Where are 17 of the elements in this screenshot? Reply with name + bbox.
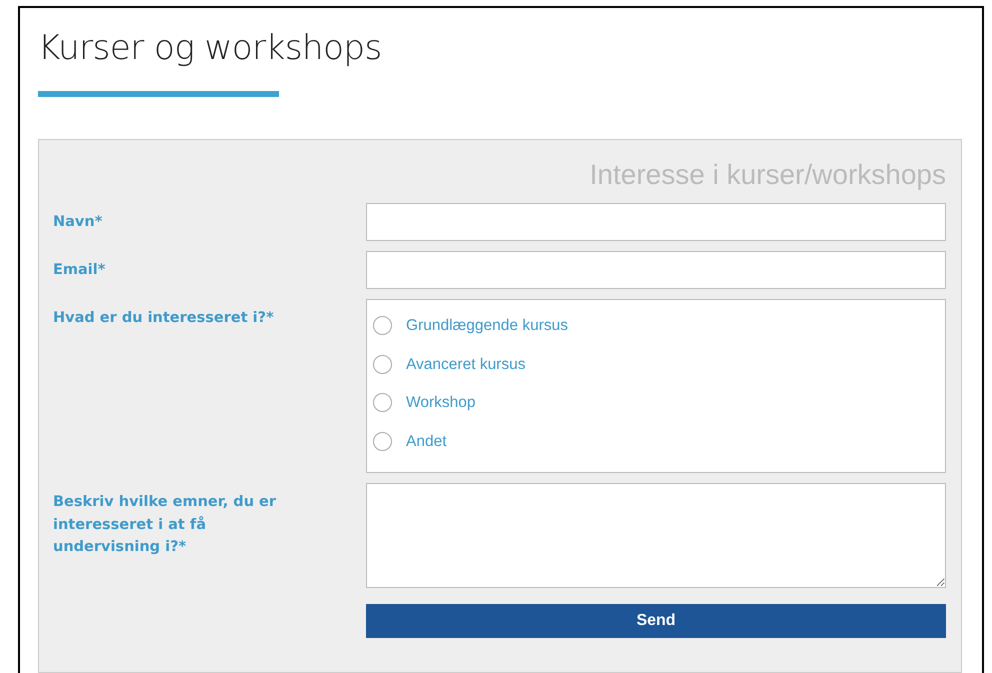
send-button[interactable]: Send: [366, 604, 946, 638]
text-area[interactable]: [366, 483, 946, 588]
page-title: Kurser og workshops: [38, 28, 383, 69]
text-field[interactable]: [366, 203, 946, 242]
radio-label[interactable]: Workshop: [406, 391, 476, 414]
radio-label[interactable]: Avanceret kursus: [406, 352, 526, 376]
radio-button[interactable]: [373, 354, 392, 374]
radio-button[interactable]: [373, 393, 392, 412]
radio-button[interactable]: [373, 432, 392, 451]
radio-label[interactable]: Andet: [406, 430, 447, 453]
radio-label[interactable]: Grundlæggende kursus: [406, 314, 568, 338]
text-field[interactable]: [366, 251, 946, 290]
field-label: Email*: [53, 261, 106, 280]
field-label: Navn*: [53, 213, 104, 232]
field-label: Beskriv hvilke emner, du er interesseret i at få undervisning i?*: [53, 493, 278, 558]
radio-button[interactable]: [373, 316, 392, 336]
field-label: Hvad er du interesseret i?*: [53, 309, 275, 328]
